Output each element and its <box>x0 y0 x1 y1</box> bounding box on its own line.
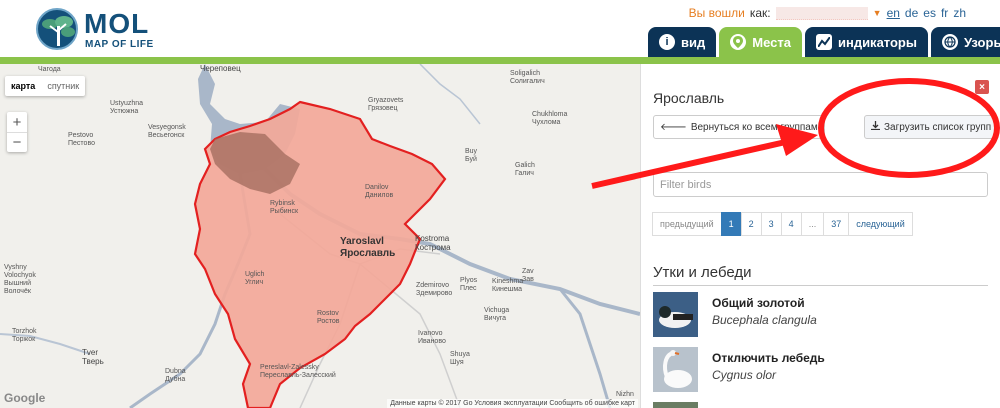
caret-down-icon[interactable]: ▼ <box>873 8 882 18</box>
pager-page-37[interactable]: 37 <box>823 212 850 236</box>
close-icon[interactable]: × <box>975 80 989 94</box>
map-label: Nizhn <box>616 391 634 398</box>
logo-title: MOL <box>84 8 150 39</box>
map-label: Gryazovets Грязовец <box>368 97 404 112</box>
chart-icon <box>815 34 832 50</box>
map-label: Zdemirovo Здемирово <box>416 282 453 297</box>
tab-places-label: Места <box>752 34 791 50</box>
map-label: Yaroslavl Ярославль <box>340 236 396 259</box>
map-label: Tver Тверь <box>82 348 104 366</box>
species-latin-name: Cygnus olor <box>712 368 777 382</box>
map-type-map[interactable]: карта <box>5 76 41 96</box>
map-label: Ivanovo Иваново <box>418 330 446 345</box>
tree-logo-icon <box>36 8 78 50</box>
list-item[interactable] <box>653 402 988 408</box>
map-view[interactable]: карта спутник + − Чагода Череповец Solig… <box>0 64 640 408</box>
map-label: Galich Галич <box>515 162 535 177</box>
map-label: Vichuga Вичуга <box>484 307 510 322</box>
login-as-label: как: <box>749 6 771 20</box>
filter-birds-input[interactable]: Filter birds <box>653 172 988 197</box>
group-heading: Утки и лебеди <box>653 264 988 286</box>
river-north <box>419 64 481 125</box>
lang-es[interactable]: es <box>923 6 936 20</box>
map-label: Vyshny Volochyok Вышний Волочёк <box>4 264 36 295</box>
species-photo <box>653 402 698 408</box>
header: MOL MAP OF LIFE Вы вошли как: ▼ en de es… <box>0 0 1000 58</box>
download-groups-button[interactable]: Загрузить список групп <box>864 115 999 139</box>
download-icon <box>871 121 880 133</box>
lang-en[interactable]: en <box>887 6 900 20</box>
species-common-name: Отключить лебедь <box>712 351 825 365</box>
download-button-label: Загрузить список групп <box>884 121 992 133</box>
tab-patterns[interactable]: Узоры <box>930 27 1000 57</box>
map-label: Kineshma Кинешма <box>492 278 524 293</box>
map-label: Chukhloma Чухлома <box>532 111 568 126</box>
tab-indicators-label: индикаторы <box>837 34 917 50</box>
zoom-control: + − <box>7 112 27 152</box>
species-photo <box>653 347 698 392</box>
map-label: Pestovo Пестово <box>68 132 95 147</box>
map-label: Pereslavl-Zalessky Переславль-Залесский <box>260 364 336 379</box>
map-label: Чагода <box>38 66 61 73</box>
map-label: Rostov Ростов <box>317 310 340 325</box>
main-tabs: i вид Места индикаторы Узоры <box>648 27 1000 57</box>
tab-indicators[interactable]: индикаторы <box>804 27 928 57</box>
pager-page-3[interactable]: 3 <box>760 212 782 236</box>
pager-prev[interactable]: предыдущий <box>652 212 722 236</box>
map-label: Rybinsk Рыбинск <box>270 200 299 215</box>
map-label: Danilov Данилов <box>365 184 394 199</box>
places-panel: × Ярославль 🡐 Вернуться ко всем группам … <box>640 64 1000 408</box>
species-photo <box>653 292 698 337</box>
pager-ellipsis: ... <box>800 212 825 236</box>
pager-page-4[interactable]: 4 <box>780 212 802 236</box>
info-icon: i <box>659 34 675 50</box>
pager-page-2[interactable]: 2 <box>740 212 762 236</box>
map-label: Vesyegonsk Весьегонск <box>148 124 186 139</box>
map-label: Ustyuzhna Устюжна <box>110 100 144 115</box>
list-item[interactable]: Отключить лебедь Cygnus olor <box>653 347 988 395</box>
map-label: Kostroma Кострома <box>415 234 451 252</box>
user-name-redacted[interactable] <box>775 6 868 20</box>
map-label: Plyos Плес <box>460 277 478 292</box>
tab-places[interactable]: Места <box>719 27 802 57</box>
pager-page-1[interactable]: 1 <box>720 212 742 236</box>
panel-title: Ярославль <box>653 90 725 106</box>
zoom-in-button[interactable]: + <box>7 112 27 132</box>
map-label: Zav Зав <box>522 268 534 283</box>
globe-icon <box>941 34 958 50</box>
tab-view-label: вид <box>681 34 706 50</box>
map-label: Shuya Шуя <box>450 351 470 366</box>
user-bar: Вы вошли как: ▼ en de es fr zh <box>689 6 966 20</box>
tab-view[interactable]: i вид <box>648 27 717 57</box>
map-attribution[interactable]: Данные карты © 2017 Go Условия эксплуата… <box>387 399 638 408</box>
lang-de[interactable]: de <box>905 6 918 20</box>
species-common-name: Общий золотой <box>712 296 805 310</box>
pagination: предыдущий 1 2 3 4 ... 37 следующий <box>652 212 913 236</box>
back-to-groups-button[interactable]: 🡐 Вернуться ко всем группам <box>653 115 825 139</box>
map-type-satellite[interactable]: спутник <box>41 76 85 96</box>
map-label: Череповец <box>200 64 241 73</box>
map-label: Buy Буй <box>465 148 478 163</box>
zoom-out-button[interactable]: − <box>7 132 27 152</box>
map-label: Torzhok Торжок <box>12 328 37 343</box>
google-logo: Google <box>4 391 46 405</box>
lang-fr[interactable]: fr <box>941 6 948 20</box>
login-status: Вы вошли <box>688 6 745 20</box>
map-pin-icon <box>730 34 747 50</box>
species-latin-name: Bucephala clangula <box>712 313 817 327</box>
arrow-left-icon: 🡐 <box>660 122 687 133</box>
list-item[interactable]: Общий золотой Bucephala clangula <box>653 292 988 340</box>
tab-patterns-label: Узоры <box>963 34 1000 50</box>
map-type-control: карта спутник <box>5 76 86 96</box>
logo-subtitle: MAP OF LIFE <box>85 39 154 50</box>
gorky-reservoir <box>558 288 612 408</box>
map-label: Dubna Дубна <box>165 368 186 383</box>
map-label: Soligalich Солигалич <box>510 70 545 85</box>
green-divider <box>0 57 1000 64</box>
lang-zh[interactable]: zh <box>953 6 966 20</box>
pager-next[interactable]: следующий <box>848 212 913 236</box>
map-label: Uglich Углич <box>245 271 265 286</box>
back-button-label: Вернуться ко всем группам <box>690 121 818 133</box>
mol-logo[interactable]: MOL MAP OF LIFE <box>36 8 166 52</box>
